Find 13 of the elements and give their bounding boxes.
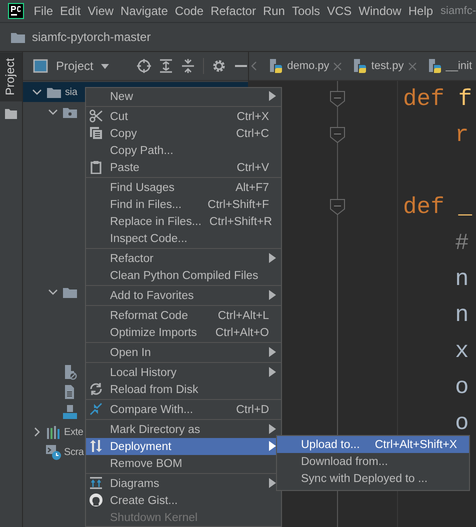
window-title: siamfc- <box>440 5 476 17</box>
code-line: x <box>454 337 470 366</box>
tree-item-label: sia <box>65 86 78 98</box>
code-line: def _ <box>403 193 474 222</box>
code-line: # <box>454 229 470 258</box>
code-line: def f <box>403 85 474 114</box>
code-line: n <box>454 265 470 294</box>
code-line: n <box>454 301 470 330</box>
code-line: o <box>454 373 470 402</box>
tree-item-label: Scra <box>64 446 84 458</box>
tree-item-label: Exte <box>64 426 84 438</box>
code-line: r <box>454 121 470 150</box>
code-line: o <box>454 409 470 438</box>
